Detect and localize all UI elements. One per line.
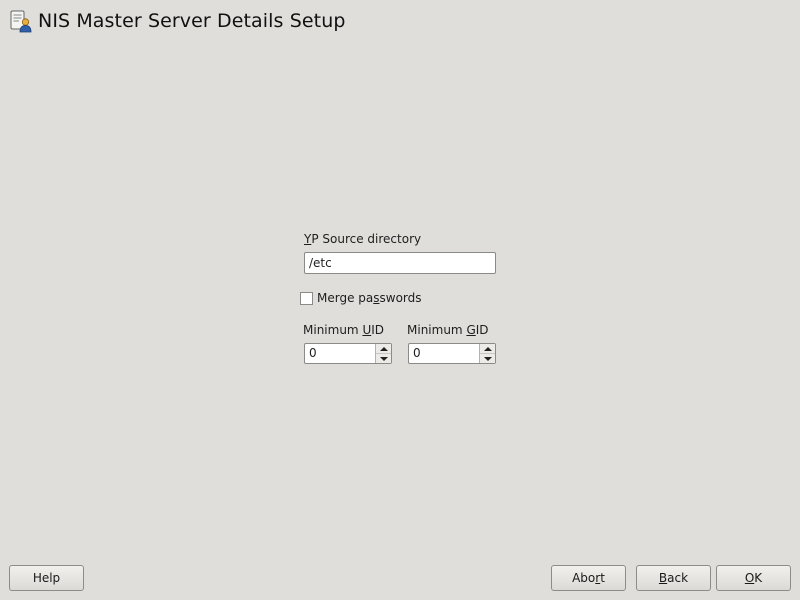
back-button[interactable]: Back: [636, 565, 711, 591]
abort-button[interactable]: Abort: [551, 565, 626, 591]
minimum-uid-spin-buttons: [375, 344, 391, 363]
yp-source-label: YP Source directory: [304, 232, 422, 246]
merge-passwords-label[interactable]: Merge passwords: [317, 291, 422, 305]
merge-passwords-checkbox[interactable]: [300, 292, 313, 305]
page-title: NIS Master Server Details Setup: [38, 10, 346, 32]
dialog-header: NIS Master Server Details Setup: [9, 8, 346, 34]
minimum-uid-label: Minimum UID: [303, 323, 385, 337]
minimum-gid-label: Minimum GID: [407, 323, 489, 337]
ok-button[interactable]: OK: [716, 565, 791, 591]
minimum-gid-increment-button[interactable]: [480, 344, 495, 354]
minimum-uid-value[interactable]: 0: [309, 346, 317, 360]
minimum-gid-spin-buttons: [479, 344, 495, 363]
minimum-gid-decrement-button[interactable]: [480, 354, 495, 363]
minimum-gid-value[interactable]: 0: [413, 346, 421, 360]
arrow-up-icon: [483, 346, 492, 351]
help-button[interactable]: Help: [9, 565, 84, 591]
arrow-down-icon: [483, 356, 492, 361]
minimum-uid-increment-button[interactable]: [376, 344, 391, 354]
server-config-icon: [9, 9, 33, 33]
minimum-uid-decrement-button[interactable]: [376, 354, 391, 363]
minimum-uid-spinbox[interactable]: 0: [304, 343, 392, 364]
minimum-gid-spinbox[interactable]: 0: [408, 343, 496, 364]
arrow-up-icon: [379, 346, 388, 351]
arrow-down-icon: [379, 356, 388, 361]
yp-source-directory-input[interactable]: [304, 252, 496, 274]
